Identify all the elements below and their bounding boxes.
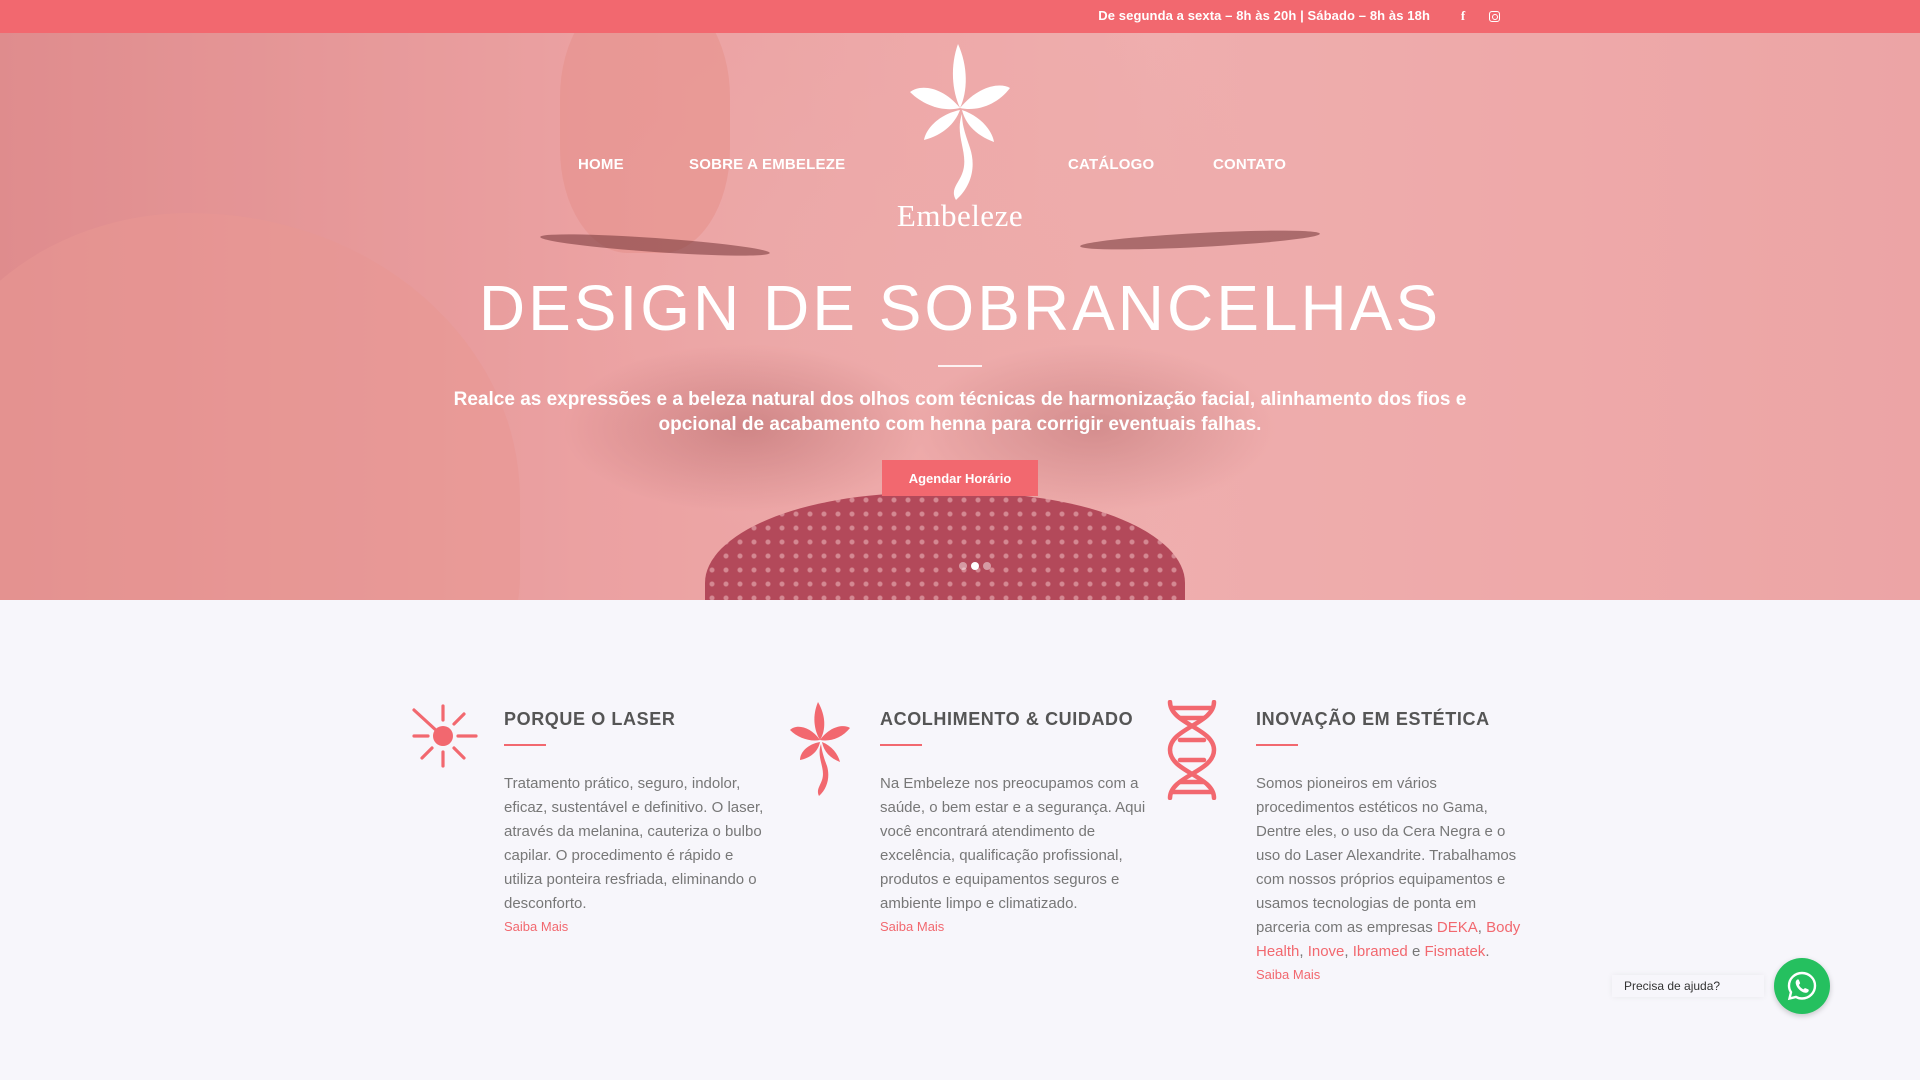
whatsapp-help-label[interactable]: Precisa de ajuda? xyxy=(1612,975,1764,997)
nav-contato[interactable]: CONTATO xyxy=(1213,156,1286,173)
hero-slider: HOME SOBRE A EMBELEZE Embeleze CATÁLOGO … xyxy=(0,33,1920,600)
saiba-mais-link[interactable]: Saiba Mais xyxy=(1256,964,1524,986)
feature-text: Tratamento prático, seguro, indolor, efi… xyxy=(504,775,764,912)
feature-divider xyxy=(504,744,546,746)
feature-text-main: Somos pioneiros em vários procedimentos … xyxy=(1256,775,1517,936)
opening-hours: De segunda a sexta – 8h às 20h | Sábado … xyxy=(1098,8,1430,23)
text-separator: , xyxy=(1299,943,1308,960)
slider-dot-2[interactable] xyxy=(971,562,979,570)
saiba-mais-link[interactable]: Saiba Mais xyxy=(880,916,1148,938)
slider-dot-3[interactable] xyxy=(983,562,991,570)
hero-subtitle: Realce as expressões e a beleza natural … xyxy=(453,389,1467,435)
brand-link-ibramed[interactable]: Ibramed xyxy=(1353,943,1408,960)
hero-title: DESIGN DE SOBRANCELHAS xyxy=(478,272,1442,344)
laser-icon xyxy=(410,700,480,800)
feature-text: Somos pioneiros em vários procedimentos … xyxy=(1256,772,1524,964)
saiba-mais-link[interactable]: Saiba Mais xyxy=(504,916,772,938)
top-bar: De segunda a sexta – 8h às 20h | Sábado … xyxy=(0,0,1920,33)
instagram-glyph xyxy=(1488,10,1500,22)
text-separator: , xyxy=(1344,943,1353,960)
feature-title: ACOLHIMENTO & CUIDADO xyxy=(880,709,1134,729)
brand-link-fismatek[interactable]: Fismatek xyxy=(1424,943,1485,960)
feature-divider xyxy=(1256,744,1298,746)
whatsapp-icon xyxy=(1787,971,1817,1001)
text-separator: , xyxy=(1477,919,1487,936)
nav-catalogo[interactable]: CATÁLOGO xyxy=(1068,156,1154,173)
dna-icon xyxy=(1162,699,1232,801)
schedule-button[interactable]: Agendar Horário xyxy=(882,460,1038,496)
hero-divider xyxy=(938,365,982,367)
facebook-icon[interactable]: f xyxy=(1454,7,1472,25)
nav-sobre[interactable]: SOBRE A EMBELEZE xyxy=(689,156,845,173)
text-separator: e xyxy=(1407,943,1425,960)
text-separator: . xyxy=(1485,943,1490,960)
logo-flower-icon xyxy=(910,44,1010,200)
feature-text: Na Embeleze nos preocupamos com a saúde,… xyxy=(880,775,1146,912)
brand-link-deka[interactable]: DEKA xyxy=(1437,919,1478,936)
nav-home[interactable]: HOME xyxy=(578,156,624,173)
feature-title: PORQUE O LASER xyxy=(504,709,676,729)
brand-link-inove[interactable]: Inove xyxy=(1308,943,1345,960)
logo-text: Embeleze xyxy=(896,198,1024,233)
flower-icon xyxy=(786,700,856,800)
whatsapp-button[interactable] xyxy=(1774,958,1830,1014)
feature-divider xyxy=(880,744,922,746)
instagram-icon[interactable] xyxy=(1485,7,1503,25)
slider-dot-1[interactable] xyxy=(959,562,967,570)
logo[interactable]: Embeleze xyxy=(880,36,1040,236)
feature-title: INOVAÇÃO EM ESTÉTICA xyxy=(1256,709,1490,729)
